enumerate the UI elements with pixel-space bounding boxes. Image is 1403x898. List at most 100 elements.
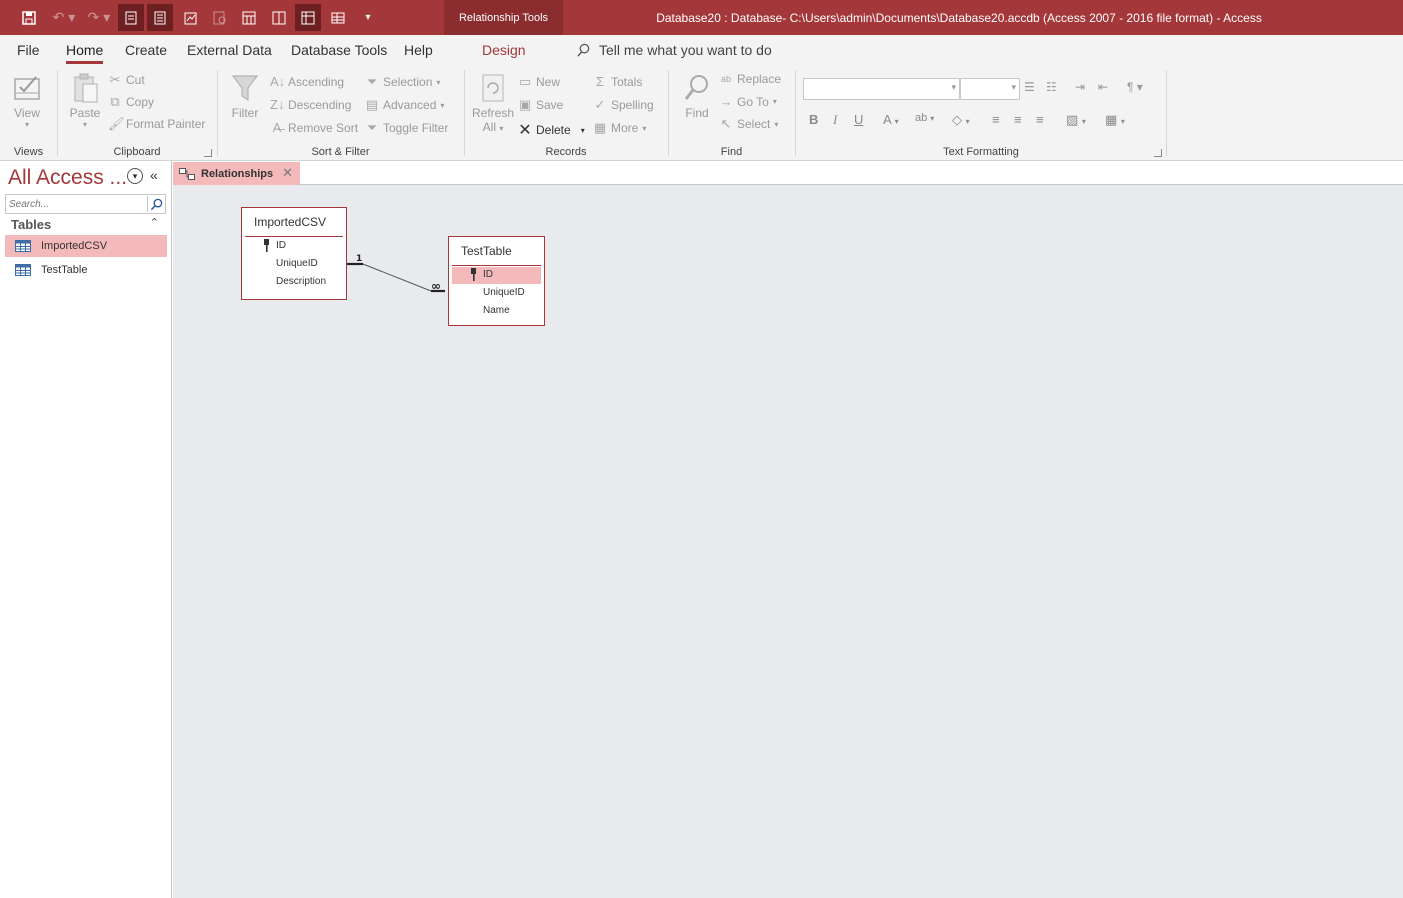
table-box-title: TestTable — [461, 244, 512, 258]
paste-button[interactable]: Paste ▾ — [68, 70, 102, 129]
cut-label: Cut — [126, 73, 145, 87]
view-button[interactable]: View ▾ — [10, 70, 44, 129]
primary-key-icon — [264, 239, 269, 252]
tab-file[interactable]: File — [17, 42, 40, 58]
tab-create[interactable]: Create — [125, 42, 167, 58]
table-box-importedcsv[interactable]: ImportedCSV ID UniqueID Description — [241, 207, 347, 300]
font-size-combo[interactable] — [960, 78, 1020, 100]
save-icon[interactable] — [16, 4, 42, 31]
tab-home[interactable]: Home — [66, 42, 104, 64]
align-right-icon[interactable]: ≡ — [1036, 112, 1044, 127]
table-icon[interactable] — [236, 4, 262, 31]
paste-label: Paste — [69, 106, 101, 120]
field-row[interactable]: UniqueID — [245, 256, 343, 273]
clipboard-launcher-icon[interactable] — [204, 149, 212, 157]
delete-button[interactable]: ✕ Delete ▾ — [518, 120, 584, 140]
views-group-label: Views — [13, 146, 44, 158]
undo-icon[interactable]: ↶ ▾ — [48, 4, 80, 31]
toggle-filter-button[interactable]: ⏷ Toggle Filter — [365, 120, 449, 136]
relationship-line[interactable]: 1 ∞ — [173, 185, 1403, 898]
selection-button[interactable]: ⏷ Selection ▾ — [365, 74, 441, 90]
datasheet-icon[interactable] — [325, 4, 351, 31]
field-name: Description — [276, 276, 327, 287]
table-box-testtable[interactable]: TestTable ID UniqueID Name — [448, 236, 545, 326]
italic-icon[interactable]: I — [833, 112, 837, 128]
select-button[interactable]: ↖ Select ▾ — [719, 116, 779, 132]
bullets-icon[interactable]: ☰ — [1024, 80, 1035, 94]
filter-button[interactable]: Filter — [228, 70, 262, 120]
nav-group-tables[interactable]: Tables ⌃ — [5, 216, 167, 234]
tab-design[interactable]: Design — [482, 42, 526, 58]
advanced-button[interactable]: ▤ Advanced ▾ — [365, 97, 445, 113]
save-record-button[interactable]: ▣ Save — [518, 97, 564, 113]
align-center-icon[interactable]: ≡ — [1014, 112, 1022, 127]
text-direction-icon[interactable]: ¶ ▾ — [1127, 80, 1143, 94]
tab-relationships[interactable]: Relationships ✕ — [173, 162, 300, 185]
nav-item-testtable[interactable]: TestTable — [5, 259, 167, 281]
format-painter-button[interactable]: 🖌 Format Painter — [108, 116, 205, 132]
search-icon[interactable] — [147, 196, 164, 212]
align-left-icon[interactable]: ≡ — [992, 112, 1000, 127]
increase-indent-icon[interactable]: ⇥ — [1075, 80, 1085, 94]
find-button[interactable]: Find — [680, 70, 714, 120]
bold-icon[interactable]: B — [809, 112, 818, 127]
tell-me-box[interactable]: Tell me what you want to do — [576, 42, 772, 58]
print-preview-icon[interactable] — [207, 4, 233, 31]
relationships-canvas[interactable]: 1 ∞ ImportedCSV ID UniqueID Description … — [173, 185, 1403, 898]
field-row-selected[interactable]: ID — [452, 267, 541, 284]
nav-pane-title[interactable]: All Access ... — [8, 166, 127, 190]
totals-button[interactable]: Σ Totals — [593, 74, 642, 89]
table-design-icon[interactable] — [295, 4, 321, 31]
cut-button[interactable]: ✂ Cut — [108, 72, 145, 88]
refresh-all-button[interactable]: Refresh All ▾ — [472, 70, 514, 134]
gridlines-icon[interactable]: ▦ ▾ — [1105, 112, 1125, 128]
tab-database-tools[interactable]: Database Tools — [291, 42, 387, 58]
redo-icon[interactable]: ↷ ▾ — [83, 4, 115, 31]
copy-button[interactable]: ⧉ Copy — [108, 94, 154, 110]
tab-help[interactable]: Help — [404, 42, 433, 58]
lightbulb-search-icon — [577, 43, 590, 57]
remove-sort-button[interactable]: A̶ Remove Sort — [270, 120, 358, 135]
find-group-label: Find — [720, 146, 743, 158]
form-design-icon[interactable] — [147, 4, 173, 31]
tab-external-data[interactable]: External Data — [187, 42, 272, 58]
save-label: Save — [536, 98, 564, 112]
font-color-icon[interactable]: A ▾ — [883, 112, 899, 127]
text-formatting-launcher-icon[interactable] — [1154, 149, 1162, 157]
form-icon[interactable] — [118, 4, 144, 31]
split-form-icon[interactable] — [266, 4, 292, 31]
numbering-icon[interactable]: ☷ — [1046, 80, 1057, 94]
advanced-label: Advanced — [383, 98, 437, 112]
close-icon[interactable]: ✕ — [282, 165, 293, 181]
more-button[interactable]: ▦ More ▾ — [593, 120, 647, 136]
goto-button[interactable]: → Go To ▾ — [719, 94, 777, 109]
alternate-row-color-icon[interactable]: ▨ ▾ — [1066, 112, 1086, 128]
new-record-button[interactable]: ▭ New — [518, 74, 560, 90]
customize-qat-icon[interactable]: ▾ — [355, 4, 381, 31]
highlight-icon[interactable]: ab ▾ — [915, 112, 934, 124]
report-icon[interactable] — [178, 4, 204, 31]
descending-button[interactable]: Z↓ Descending — [270, 97, 351, 112]
field-row[interactable]: Name — [452, 303, 541, 320]
shutter-collapse-icon[interactable]: « — [150, 167, 158, 183]
ascending-button[interactable]: A↓ Ascending — [270, 74, 344, 89]
spelling-button[interactable]: ✓ Spelling — [593, 97, 654, 113]
nav-search-input[interactable] — [6, 195, 146, 213]
field-row[interactable]: ID — [245, 238, 343, 255]
underline-icon[interactable]: U — [854, 112, 863, 127]
primary-key-icon — [471, 268, 476, 281]
nav-pane-menu-icon[interactable]: ▾ — [127, 168, 143, 184]
field-row[interactable]: UniqueID — [452, 285, 541, 302]
field-row[interactable]: Description — [245, 274, 343, 291]
nav-item-importedcsv[interactable]: ImportedCSV — [5, 235, 167, 257]
navigation-pane: All Access ... ▾ « Tables ⌃ ImportedCSV … — [0, 161, 172, 898]
replace-button[interactable]: ab Replace — [719, 72, 781, 86]
more-icon: ▦ — [593, 120, 607, 135]
decrease-indent-icon[interactable]: ⇤ — [1098, 80, 1108, 94]
field-name: ID — [483, 269, 493, 280]
save-record-icon: ▣ — [518, 97, 532, 112]
font-name-combo[interactable] — [803, 78, 960, 100]
collapse-chevrons-icon[interactable]: ⌃ — [150, 216, 159, 229]
nav-group-label: Tables — [11, 217, 52, 232]
fill-color-icon[interactable]: ◇ ▾ — [952, 112, 970, 128]
